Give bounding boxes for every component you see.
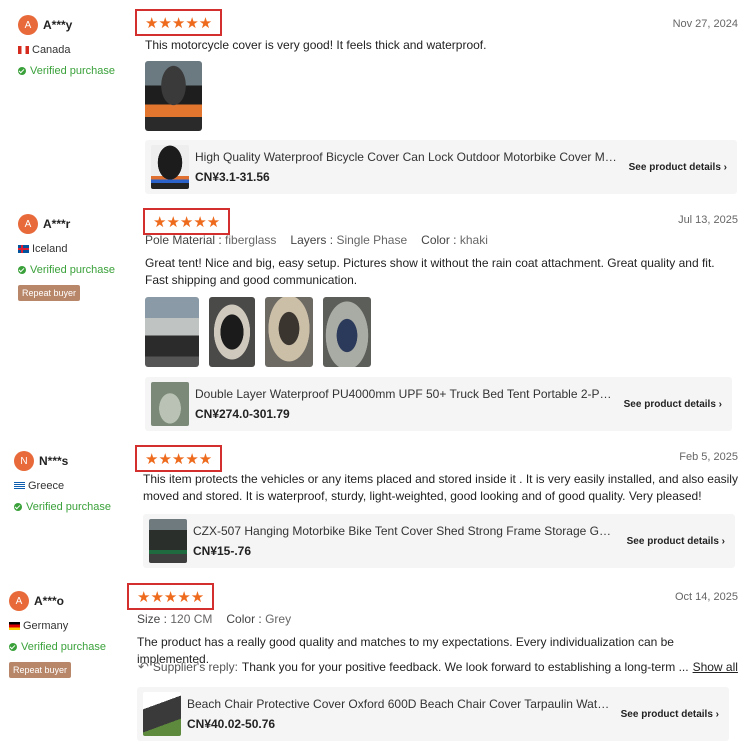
verified-label: Verified purchase xyxy=(21,641,106,653)
review-photo[interactable] xyxy=(209,297,255,367)
product-specs: Pole Material : fiberglass Layers : Sing… xyxy=(145,233,488,247)
see-product-details-link[interactable]: See product details › xyxy=(624,399,722,410)
product-title[interactable]: Double Layer Waterproof PU4000mm UPF 50+… xyxy=(195,387,614,401)
canada-flag-icon xyxy=(18,46,29,54)
germany-flag-icon xyxy=(9,622,20,630)
see-product-details-link[interactable]: See product details › xyxy=(621,709,719,720)
reviewer-country: Germany xyxy=(9,620,106,632)
reviewer: N N***s xyxy=(14,450,111,472)
spec-item: Pole Material : fiberglass xyxy=(145,233,277,247)
product-thumbnail xyxy=(151,145,189,189)
review-photos xyxy=(145,297,371,367)
review-text: This item protects the vehicles or any i… xyxy=(143,472,738,503)
verified-label: Verified purchase xyxy=(30,65,115,77)
country-label: Germany xyxy=(23,620,69,632)
review-date: Feb 5, 2025 xyxy=(679,451,738,463)
review-photo[interactable] xyxy=(145,61,202,131)
verified-badge: Verified purchase xyxy=(9,641,106,653)
supplier-reply: ↶ Supplier's reply: Thank you for your p… xyxy=(138,659,738,675)
spec-item: Color : Grey xyxy=(226,612,292,626)
product-card[interactable]: Double Layer Waterproof PU4000mm UPF 50+… xyxy=(145,377,732,431)
product-specs: Size : 120 CM Color : Grey xyxy=(137,612,291,626)
see-product-details-link[interactable]: See product details › xyxy=(627,536,725,547)
review-text: Great tent! Nice and big, easy setup. Pi… xyxy=(145,256,715,287)
reviewer-name: A***y xyxy=(43,18,73,32)
reply-arrow-icon: ↶ xyxy=(138,659,149,674)
reviewer-name: A***r xyxy=(43,217,71,231)
avatar: N xyxy=(14,451,34,471)
avatar: A xyxy=(9,591,29,611)
verified-check-icon xyxy=(9,643,17,651)
reviewer-country: Greece xyxy=(14,480,111,492)
star-rating: ★★★★★ xyxy=(135,445,223,472)
product-thumbnail xyxy=(149,519,187,563)
review-card: N N***s Greece Verified purchase ★★★★★ F… xyxy=(0,440,750,580)
reviewer: A A***r xyxy=(18,213,115,235)
review-card: A A***r Iceland Verified purchase Repeat… xyxy=(0,205,750,440)
spec-item: Size : 120 CM xyxy=(137,612,213,626)
product-price: CN¥40.02‑50.76 xyxy=(187,717,276,731)
product-price: CN¥274.0‑301.79 xyxy=(195,407,290,421)
product-thumbnail xyxy=(151,382,189,426)
product-title[interactable]: Beach Chair Protective Cover Oxford 600D… xyxy=(187,697,611,711)
spec-item: Layers : Single Phase xyxy=(290,233,408,247)
product-title[interactable]: High Quality Waterproof Bicycle Cover Ca… xyxy=(195,150,619,164)
star-rating: ★★★★★ xyxy=(127,583,215,610)
greece-flag-icon xyxy=(14,482,25,490)
reviewer: A A***o xyxy=(9,590,106,612)
supplier-reply-text: Thank you for your positive feedback. We… xyxy=(241,660,689,674)
verified-check-icon xyxy=(14,503,22,511)
verified-badge: Verified purchase xyxy=(14,501,111,513)
verified-label: Verified purchase xyxy=(26,501,111,513)
verified-check-icon xyxy=(18,266,26,274)
product-price: CN¥3.1‑31.56 xyxy=(195,170,270,184)
review-text: This motorcycle cover is very good! It f… xyxy=(145,38,487,52)
review-date: Jul 13, 2025 xyxy=(678,214,738,226)
review-photo[interactable] xyxy=(265,297,313,367)
repeat-buyer-badge: Repeat buyer xyxy=(18,285,81,301)
avatar: A xyxy=(18,214,38,234)
review-card: A A***y Canada Verified purchase ★★★★★ N… xyxy=(0,0,750,205)
country-label: Greece xyxy=(28,480,65,492)
reviewer: A A***y xyxy=(18,14,115,36)
reviewer-country: Iceland xyxy=(18,243,115,255)
star-rating: ★★★★★ xyxy=(143,208,231,235)
star-rating: ★★★★★ xyxy=(135,9,223,36)
product-thumbnail xyxy=(143,692,181,736)
review-card: A A***o Germany Verified purchase Repeat… xyxy=(0,580,750,750)
verified-check-icon xyxy=(18,67,26,75)
product-card[interactable]: Beach Chair Protective Cover Oxford 600D… xyxy=(137,687,729,741)
verified-badge: Verified purchase xyxy=(18,264,115,276)
review-date: Nov 27, 2024 xyxy=(672,18,738,30)
verified-badge: Verified purchase xyxy=(18,65,115,77)
supplier-reply-label: Supplier's reply: xyxy=(152,660,238,674)
avatar: A xyxy=(18,15,38,35)
reviewer-country: Canada xyxy=(18,44,115,56)
reviewer-name: N***s xyxy=(39,454,69,468)
review-photo[interactable] xyxy=(145,297,199,367)
iceland-flag-icon xyxy=(18,245,29,253)
review-photos xyxy=(145,61,202,131)
spec-item: Color : khaki xyxy=(421,233,488,247)
product-title[interactable]: CZX-507 Hanging Motorbike Bike Tent Cove… xyxy=(193,524,617,538)
reviewer-name: A***o xyxy=(34,594,65,608)
review-photo[interactable] xyxy=(323,297,371,367)
see-product-details-link[interactable]: See product details › xyxy=(629,162,727,173)
country-label: Iceland xyxy=(32,243,68,255)
product-card[interactable]: High Quality Waterproof Bicycle Cover Ca… xyxy=(145,140,737,194)
repeat-buyer-badge: Repeat buyer xyxy=(9,662,72,678)
product-price: CN¥15‑.76 xyxy=(193,544,252,558)
show-all-link[interactable]: Show all xyxy=(693,660,738,674)
country-label: Canada xyxy=(32,44,71,56)
product-card[interactable]: CZX-507 Hanging Motorbike Bike Tent Cove… xyxy=(143,514,735,568)
verified-label: Verified purchase xyxy=(30,264,115,276)
review-date: Oct 14, 2025 xyxy=(675,591,738,603)
